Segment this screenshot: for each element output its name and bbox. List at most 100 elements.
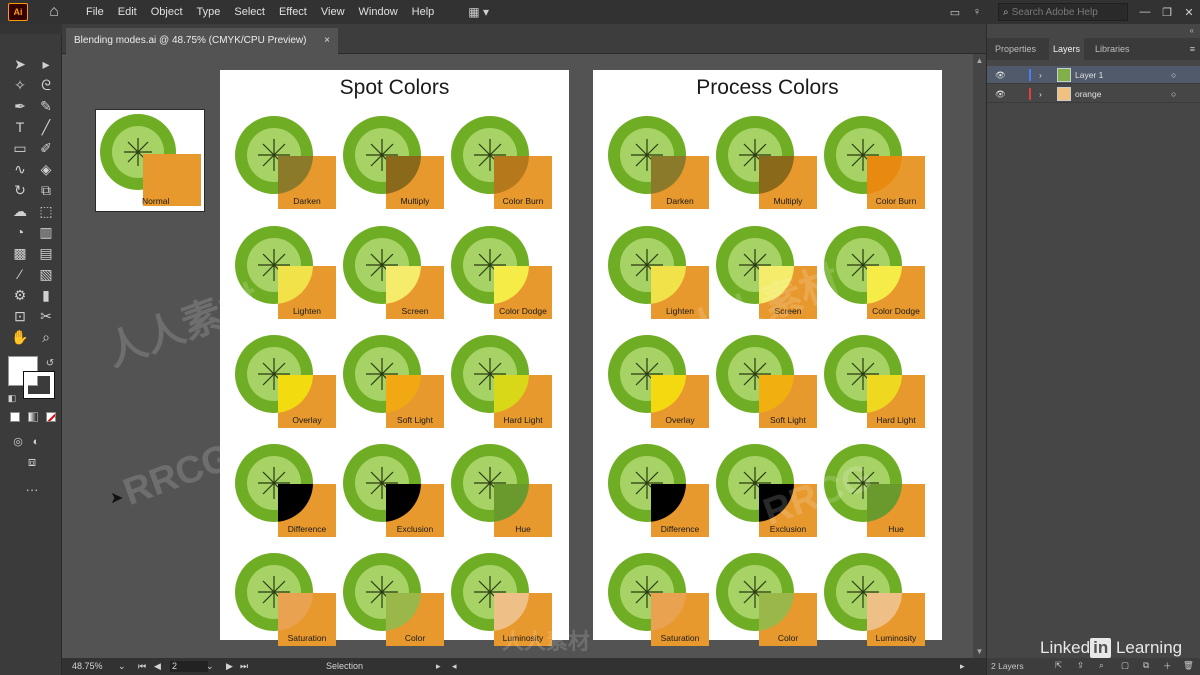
blend-swatch[interactable]: Color Burn: [823, 116, 931, 212]
blend-swatch[interactable]: Saturation: [607, 553, 715, 649]
symbol-sprayer-tool-icon[interactable]: ⚙: [10, 285, 30, 305]
perspective-grid-tool-icon[interactable]: ▥: [36, 222, 56, 242]
blend-swatch[interactable]: Hue: [450, 444, 558, 540]
blend-swatch[interactable]: Lighten: [234, 226, 342, 322]
hand-tool-icon[interactable]: ✋: [10, 327, 30, 347]
home-icon[interactable]: ⌂: [44, 3, 64, 21]
blend-swatch[interactable]: Screen: [342, 226, 450, 322]
menu-edit[interactable]: Edit: [118, 6, 137, 18]
close-window-icon[interactable]: ✕: [1178, 6, 1200, 19]
vertical-scrollbar[interactable]: ▲ ▼: [973, 54, 986, 658]
layer-row-layer-1[interactable]: 👁 › Layer 1 ○: [987, 66, 1200, 84]
zoom-level[interactable]: 48.75%: [72, 661, 103, 671]
blend-swatch[interactable]: Luminosity: [823, 553, 931, 649]
target-circle-icon[interactable]: ○: [1171, 66, 1176, 84]
blend-swatch[interactable]: Multiply: [342, 116, 450, 212]
blend-swatch[interactable]: Hard Light: [450, 335, 558, 431]
graph-tool-icon[interactable]: ▮: [36, 285, 56, 305]
curvature-tool-icon[interactable]: ✎: [36, 96, 56, 116]
draw-mode-icon[interactable]: ◎: [8, 432, 28, 452]
menu-file[interactable]: File: [86, 6, 104, 18]
visibility-eye-icon[interactable]: 👁: [995, 66, 1006, 84]
scroll-right-icon[interactable]: ▸: [960, 661, 965, 672]
restore-icon[interactable]: ❐: [1156, 6, 1178, 19]
slice-tool-icon[interactable]: ✂: [36, 306, 56, 326]
blend-swatch[interactable]: Color Burn: [450, 116, 558, 212]
scroll-left-icon[interactable]: ◂: [452, 661, 457, 672]
blend-swatch[interactable]: Color Dodge: [450, 226, 558, 322]
blend-swatch[interactable]: Overlay: [607, 335, 715, 431]
blend-swatch[interactable]: Hue: [823, 444, 931, 540]
line-tool-icon[interactable]: ╱: [36, 117, 56, 137]
blend-tool-icon[interactable]: ▧: [36, 264, 56, 284]
scroll-up-icon[interactable]: ▲: [973, 56, 986, 65]
prev-artboard-icon[interactable]: ◀: [154, 661, 161, 672]
export-icon[interactable]: ⇪: [1077, 660, 1084, 671]
selection-tool-icon[interactable]: ➤: [10, 54, 30, 74]
artboard-tool-icon[interactable]: ⊡: [10, 306, 30, 326]
blend-swatch[interactable]: Color: [715, 553, 823, 649]
status-menu-icon[interactable]: ▸: [436, 661, 441, 672]
blend-swatch[interactable]: Multiply: [715, 116, 823, 212]
color-mode-icon[interactable]: [10, 412, 20, 422]
gradient-tool-icon[interactable]: ▤: [36, 243, 56, 263]
target-circle-icon[interactable]: ○: [1171, 85, 1176, 103]
blend-swatch[interactable]: Difference: [607, 444, 715, 540]
blend-swatch[interactable]: Overlay: [234, 335, 342, 431]
zoom-dropdown-icon[interactable]: ⌄: [118, 661, 126, 672]
expand-arrow-icon[interactable]: ›: [1039, 66, 1042, 84]
layer-name[interactable]: Layer 1: [1075, 66, 1103, 84]
workspace-switcher-icon[interactable]: ▦ ▾: [468, 5, 496, 19]
eraser-tool-icon[interactable]: ◈: [36, 159, 56, 179]
none-mode-icon[interactable]: [46, 412, 56, 422]
warp-tool-icon[interactable]: ☁: [10, 201, 30, 221]
expand-arrow-icon[interactable]: ›: [1039, 85, 1042, 103]
toolbar-grip[interactable]: [0, 24, 62, 34]
minimize-icon[interactable]: —: [1134, 6, 1156, 18]
rectangle-tool-icon[interactable]: ▭: [10, 138, 30, 158]
panel-collapse-icon[interactable]: «: [1190, 26, 1194, 35]
blend-swatch[interactable]: Luminosity: [450, 553, 558, 649]
artboard-process-colors[interactable]: Process Colors Darken Multiply Color Burn L…: [593, 70, 942, 646]
menu-window[interactable]: Window: [359, 6, 398, 18]
tab-layers[interactable]: Layers: [1049, 38, 1085, 60]
blend-swatch[interactable]: Color: [342, 553, 450, 649]
paintbrush-tool-icon[interactable]: ✐: [36, 138, 56, 158]
blend-swatch[interactable]: Soft Light: [715, 335, 823, 431]
blend-swatch[interactable]: Difference: [234, 444, 342, 540]
close-tab-icon[interactable]: ×: [324, 28, 330, 54]
clipping-mask-icon[interactable]: ▢: [1121, 660, 1129, 671]
stroke-swatch[interactable]: [23, 371, 55, 399]
blend-swatch[interactable]: Darken: [607, 116, 715, 212]
tab-libraries[interactable]: Libraries: [1091, 38, 1134, 60]
default-colors-icon[interactable]: ◧: [2, 388, 22, 408]
swap-fill-stroke-icon[interactable]: ↺: [40, 354, 60, 374]
menu-type[interactable]: Type: [197, 6, 221, 18]
artboard-dropdown-icon[interactable]: ⌄: [206, 661, 214, 672]
draw-behind-icon[interactable]: ◐: [26, 432, 46, 452]
canvas[interactable]: Normal Spot Colors Darken Multiply Color B…: [62, 54, 973, 658]
blend-swatch[interactable]: Exclusion: [715, 444, 823, 540]
rotate-tool-icon[interactable]: ↻: [10, 180, 30, 200]
blend-swatch[interactable]: Saturation: [234, 553, 342, 649]
shape-builder-tool-icon[interactable]: ◔: [10, 222, 30, 242]
magic-wand-tool-icon[interactable]: ✧: [10, 75, 30, 95]
zoom-tool-icon[interactable]: ⌕: [36, 327, 56, 347]
panel-menu-icon[interactable]: ≡: [1190, 38, 1195, 60]
delete-layer-icon[interactable]: 🗑: [1183, 660, 1194, 671]
lasso-tool-icon[interactable]: ᘓ: [36, 75, 56, 95]
blend-swatch[interactable]: Darken: [234, 116, 342, 212]
lightbulb-icon[interactable]: ♀: [966, 6, 988, 18]
blend-swatch[interactable]: Hard Light: [823, 335, 931, 431]
blend-swatch[interactable]: Color Dodge: [823, 226, 931, 322]
new-sublayer-icon[interactable]: ⧉: [1143, 660, 1149, 671]
scale-tool-icon[interactable]: ⧉: [36, 180, 56, 200]
document-tab[interactable]: Blending modes.ai @ 48.75% (CMYK/CPU Pre…: [66, 28, 338, 54]
next-artboard-icon[interactable]: ▶: [226, 661, 233, 672]
normal-artboard[interactable]: Normal: [95, 109, 205, 212]
menu-object[interactable]: Object: [151, 6, 183, 18]
new-layer-icon[interactable]: ＋: [1163, 660, 1172, 672]
screen-mode-icon[interactable]: ⧈: [22, 452, 42, 472]
menu-select[interactable]: Select: [234, 6, 265, 18]
more-tools-icon[interactable]: ···: [22, 480, 42, 500]
